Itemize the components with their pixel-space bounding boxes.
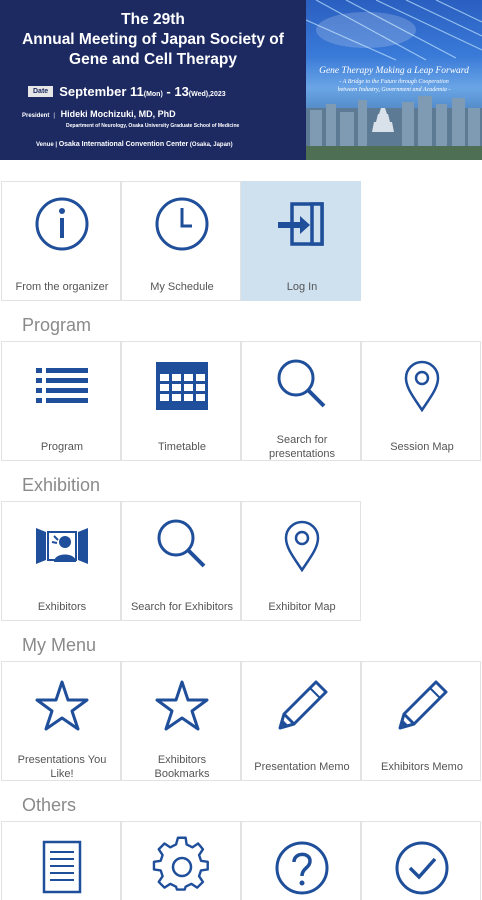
tile-label: Search for presentations — [242, 433, 362, 461]
tile-program[interactable]: Program — [1, 341, 121, 461]
tile-from-the-organizer[interactable]: From the organizer — [1, 181, 121, 301]
tile-label: Presentation Memo — [254, 761, 350, 773]
tile-label: Session Map — [390, 441, 454, 453]
conference-banner: The 29th Annual Meeting of Japan Society… — [0, 0, 482, 160]
date-start-day: (Mon) — [143, 91, 163, 98]
tile-label-line1: Exhibitors — [157, 754, 207, 766]
president-dept: Department of Neurology, Osaka Universit… — [66, 123, 240, 129]
check-circle-icon — [395, 841, 449, 895]
section-title-others: Others — [22, 795, 77, 815]
pencil-icon — [278, 680, 328, 730]
theme-subtitle: - A Bridge to the Future through Coopera… — [314, 79, 474, 94]
tile-exhibitor-map[interactable]: Exhibitor Map — [241, 501, 361, 621]
tile-label-line1: Search for — [276, 434, 328, 446]
tile-search-presentations[interactable]: Search for presentations — [241, 341, 361, 461]
section-title-program: Program — [22, 315, 92, 335]
clock-icon — [155, 197, 209, 251]
tile-others-settings[interactable] — [121, 821, 241, 900]
pencil-icon — [398, 680, 448, 730]
tile-label-line1: Presentations You — [17, 754, 107, 766]
section-title-exhibition: Exhibition — [22, 475, 101, 495]
tile-label: From the organizer — [15, 281, 109, 293]
tile-label: Exhibitors — [37, 601, 87, 613]
banner-info: The 29th Annual Meeting of Japan Society… — [0, 0, 306, 160]
list-icon — [36, 368, 88, 403]
tile-timetable[interactable]: Timetable — [121, 341, 241, 461]
date-year: ,2023 — [208, 91, 226, 98]
tile-log-in[interactable]: Log In — [241, 181, 361, 301]
theme-subtitle-line1: - A Bridge to the Future through Coopera… — [339, 79, 449, 85]
date-tag: Date — [28, 86, 54, 97]
banner-title: The 29th Annual Meeting of Japan Society… — [0, 10, 306, 70]
tile-others-help[interactable] — [241, 821, 361, 900]
map-pin-icon — [404, 360, 440, 413]
tile-label-line2: Bookmarks — [154, 768, 210, 780]
president-name: Hideki Mochizuki, MD, PhD — [60, 109, 176, 119]
banner-date: Date September 11(Mon) - 13(Wed),2023 — [28, 84, 226, 99]
tile-label: My Schedule — [150, 281, 214, 293]
theme-subtitle-line2: between Industry, Government and Academi… — [337, 86, 451, 93]
tile-label: Exhibitors Memo — [381, 761, 463, 773]
tile-label-line2: presentations — [268, 448, 336, 460]
tile-label: Search for Exhibitors — [130, 601, 234, 613]
tile-exhibitors-memo[interactable]: Exhibitors Memo — [361, 661, 481, 781]
map-pin-icon — [284, 520, 320, 573]
document-icon — [42, 840, 82, 894]
tile-others-document[interactable] — [1, 821, 121, 900]
banner-venue: Venue | Osaka International Convention C… — [36, 141, 233, 148]
tile-others-check[interactable] — [361, 821, 481, 900]
date-end-day: (Wed) — [188, 91, 209, 98]
venue-label: Venue — [36, 142, 54, 148]
tile-label: Exhibitors Bookmarks — [122, 753, 242, 781]
banner-title-line1: The 29th — [121, 11, 185, 28]
tile-label: Program — [40, 441, 84, 453]
tile-presentation-memo[interactable]: Presentation Memo — [241, 661, 361, 781]
tile-session-map[interactable]: Session Map — [361, 341, 481, 461]
banner-title-line2: Annual Meeting of Japan Society of — [22, 31, 284, 48]
venue-place: (Osaka, Japan) — [189, 142, 233, 148]
star-icon — [155, 680, 209, 731]
calendar-icon — [156, 362, 208, 410]
theme-title: Gene Therapy Making a Leap Forward — [319, 66, 469, 76]
banner-president: President | Hideki Mochizuki, MD, PhD — [22, 109, 176, 119]
tile-label: Presentations You Like! — [2, 753, 122, 781]
venue-name: Osaka International Convention Center — [58, 141, 189, 148]
tile-my-schedule[interactable]: My Schedule — [121, 181, 241, 301]
star-icon — [35, 680, 89, 731]
date-main: September 11 — [59, 84, 144, 99]
tile-label: Log In — [286, 281, 318, 293]
president-label: President — [22, 113, 50, 119]
tile-presentations-you-like[interactable]: Presentations You Like! — [1, 661, 121, 781]
login-icon — [278, 202, 324, 246]
date-separator: - 13 — [162, 84, 189, 99]
banner-cityscape-image: Gene Therapy Making a Leap Forward - A B… — [306, 0, 482, 160]
gear-icon — [152, 836, 209, 891]
tile-label-line2: Like! — [50, 768, 74, 780]
section-title-my-menu: My Menu — [22, 635, 97, 655]
tile-exhibitors-bookmarks[interactable]: Exhibitors Bookmarks — [121, 661, 241, 781]
exhibitor-booth-icon — [36, 528, 88, 564]
tile-label: Exhibitor Map — [268, 601, 336, 613]
banner-title-line3: Gene and Cell Therapy — [69, 51, 237, 68]
date-text: September 11(Mon) - 13(Wed),2023 — [59, 84, 225, 99]
tile-exhibitors[interactable]: Exhibitors — [1, 501, 121, 621]
search-icon — [157, 519, 206, 568]
search-icon — [277, 359, 326, 408]
tile-search-exhibitors[interactable]: Search for Exhibitors — [121, 501, 241, 621]
help-icon — [275, 841, 329, 895]
tile-label: Timetable — [158, 441, 206, 453]
info-icon — [35, 197, 89, 251]
